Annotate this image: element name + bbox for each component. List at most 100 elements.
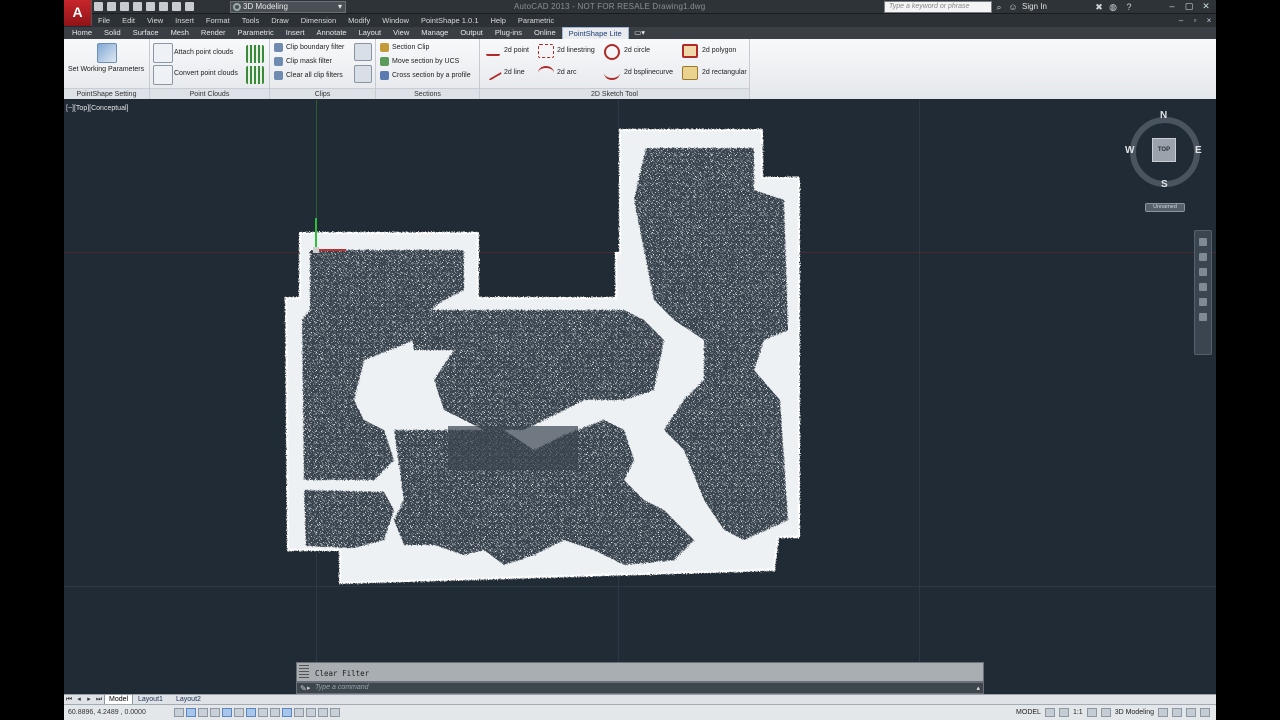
menu-view[interactable]: View <box>141 16 169 25</box>
2d-polygon-button[interactable]: 2d polygon <box>702 47 736 54</box>
menu-draw[interactable]: Draw <box>265 16 295 25</box>
menu-help[interactable]: Help <box>484 16 511 25</box>
2d-point-button[interactable]: 2d point <box>504 47 529 54</box>
compass-west[interactable]: W <box>1125 145 1134 156</box>
menu-format[interactable]: Format <box>200 16 236 25</box>
menu-pointshape[interactable]: PointShape 1.0.1 <box>415 16 485 25</box>
tab-parametric[interactable]: Parametric <box>232 27 280 39</box>
menu-insert[interactable]: Insert <box>169 16 200 25</box>
2d-line-button[interactable]: 2d line <box>504 69 525 76</box>
tab-mesh[interactable]: Mesh <box>165 27 195 39</box>
steering-wheel-icon[interactable] <box>1199 238 1207 246</box>
menu-parametric[interactable]: Parametric <box>512 16 560 25</box>
quick-properties-toggle[interactable] <box>318 708 328 717</box>
compass-north[interactable]: N <box>1160 110 1167 121</box>
tab-pointshape-lite[interactable]: PointShape Lite <box>561 26 629 40</box>
tab-plugins[interactable]: Plug-ins <box>489 27 528 39</box>
tab-solid[interactable]: Solid <box>98 27 127 39</box>
compass-south[interactable]: S <box>1161 179 1168 190</box>
save-icon[interactable] <box>120 2 129 11</box>
ribbon-minimize-icon[interactable]: ▭▾ <box>629 27 651 39</box>
menu-tools[interactable]: Tools <box>236 16 266 25</box>
annotation-visibility-icon[interactable] <box>1086 708 1097 717</box>
tab-output[interactable]: Output <box>454 27 489 39</box>
auto-scale-icon[interactable] <box>1100 708 1111 717</box>
point-grid-icon-2[interactable] <box>246 66 264 84</box>
lock-icon[interactable] <box>1158 708 1168 717</box>
tab-render[interactable]: Render <box>195 27 232 39</box>
zoom-icon[interactable] <box>1199 268 1207 276</box>
tab-home[interactable]: Home <box>66 27 98 39</box>
save-as-icon[interactable] <box>133 2 142 11</box>
tab-online[interactable]: Online <box>528 27 562 39</box>
polar-tracking-toggle[interactable] <box>222 708 232 717</box>
wrench-icon[interactable]: ✎ <box>300 684 307 693</box>
application-menu-button[interactable]: A <box>64 0 92 26</box>
redo-icon[interactable] <box>185 2 194 11</box>
tab-view[interactable]: View <box>387 27 415 39</box>
doc-minimize-button[interactable]: – <box>1174 14 1188 27</box>
lineweight-toggle[interactable] <box>294 708 304 717</box>
undo-icon[interactable] <box>172 2 181 11</box>
orbit-icon[interactable] <box>1199 283 1207 291</box>
tab-surface[interactable]: Surface <box>127 27 165 39</box>
doc-restore-button[interactable]: ▫ <box>1188 14 1202 27</box>
ortho-mode-toggle[interactable] <box>210 708 220 717</box>
drawing-viewport[interactable]: [−][Top][Conceptual] TOP N S E W Unnamed <box>64 100 1216 692</box>
sign-in-button[interactable]: Sign In <box>1022 2 1047 11</box>
navbar-settings-icon[interactable] <box>1199 313 1207 321</box>
attach-point-clouds-button[interactable]: Attach point clouds <box>174 49 233 56</box>
viewcube-top-face[interactable]: TOP <box>1152 138 1176 162</box>
hardware-acceleration-icon[interactable] <box>1172 708 1182 717</box>
workspace-dropdown[interactable]: 3D Modeling <box>230 1 346 13</box>
pan-icon[interactable] <box>1199 253 1207 261</box>
convert-point-clouds-button[interactable]: Convert point clouds <box>174 70 238 77</box>
new-file-icon[interactable] <box>94 2 103 11</box>
search-binoculars-icon[interactable]: ⌕ <box>994 2 1004 12</box>
2d-arc-button[interactable]: 2d arc <box>557 69 576 76</box>
selection-cycling-toggle[interactable] <box>330 708 340 717</box>
dynamic-input-toggle[interactable] <box>282 708 292 717</box>
workspace-switch[interactable]: 3D Modeling <box>1115 709 1154 716</box>
isolate-objects-icon[interactable] <box>1186 708 1196 717</box>
tab-manage[interactable]: Manage <box>415 27 454 39</box>
quick-view-layouts-icon[interactable] <box>1044 708 1055 717</box>
command-grip-handle[interactable] <box>299 665 309 679</box>
cross-section-by-profile-button[interactable]: Cross section by a profile <box>392 72 471 79</box>
transparency-toggle[interactable] <box>306 708 316 717</box>
clip-mask-filter-button[interactable]: Clip mask filter <box>286 58 332 65</box>
2d-circle-button[interactable]: 2d circle <box>624 47 650 54</box>
clip-tool-icon[interactable] <box>354 43 372 61</box>
tab-layout[interactable]: Layout <box>353 27 388 39</box>
showmotion-icon[interactable] <box>1199 298 1207 306</box>
command-input[interactable]: Type a command <box>315 684 369 691</box>
menu-file[interactable]: File <box>92 16 116 25</box>
maximize-button[interactable]: ▢ <box>1181 0 1197 13</box>
clean-screen-icon[interactable] <box>1200 708 1210 717</box>
model-space-button[interactable]: MODEL <box>1016 709 1041 716</box>
object-snap-toggle[interactable] <box>234 708 244 717</box>
tab-insert[interactable]: Insert <box>280 27 311 39</box>
point-grid-icon[interactable] <box>246 45 264 63</box>
command-recent-arrow-icon[interactable]: ▴ <box>976 684 980 692</box>
2d-bsplinecurve-button[interactable]: 2d bsplinecurve <box>624 69 673 76</box>
grid-display-toggle[interactable] <box>198 708 208 717</box>
ucs-dropdown[interactable]: Unnamed <box>1145 203 1185 212</box>
move-section-by-ucs-button[interactable]: Move section by UCS <box>392 58 459 65</box>
clip-tool-icon-2[interactable] <box>354 65 372 83</box>
menu-modify[interactable]: Modify <box>342 16 376 25</box>
plot-icon[interactable] <box>146 2 155 11</box>
2d-rectangular-button[interactable]: 2d rectangular <box>702 69 747 76</box>
annotation-scale[interactable]: 1:1 <box>1073 709 1083 716</box>
print-icon[interactable] <box>159 2 168 11</box>
menu-edit[interactable]: Edit <box>116 16 141 25</box>
doc-close-button[interactable]: × <box>1202 14 1216 27</box>
close-button[interactable]: ✕ <box>1198 0 1214 13</box>
section-clip-button[interactable]: Section Clip <box>392 44 429 51</box>
exchange-icon[interactable]: ✖ <box>1094 2 1104 12</box>
3d-object-snap-toggle[interactable] <box>246 708 256 717</box>
menu-dimension[interactable]: Dimension <box>295 16 342 25</box>
command-line[interactable]: ✎ ▸ Type a command ▴ <box>296 682 984 694</box>
clip-boundary-filter-button[interactable]: Clip boundary filter <box>286 44 344 51</box>
clear-all-clip-filters-button[interactable]: Clear all clip filters <box>286 72 343 79</box>
